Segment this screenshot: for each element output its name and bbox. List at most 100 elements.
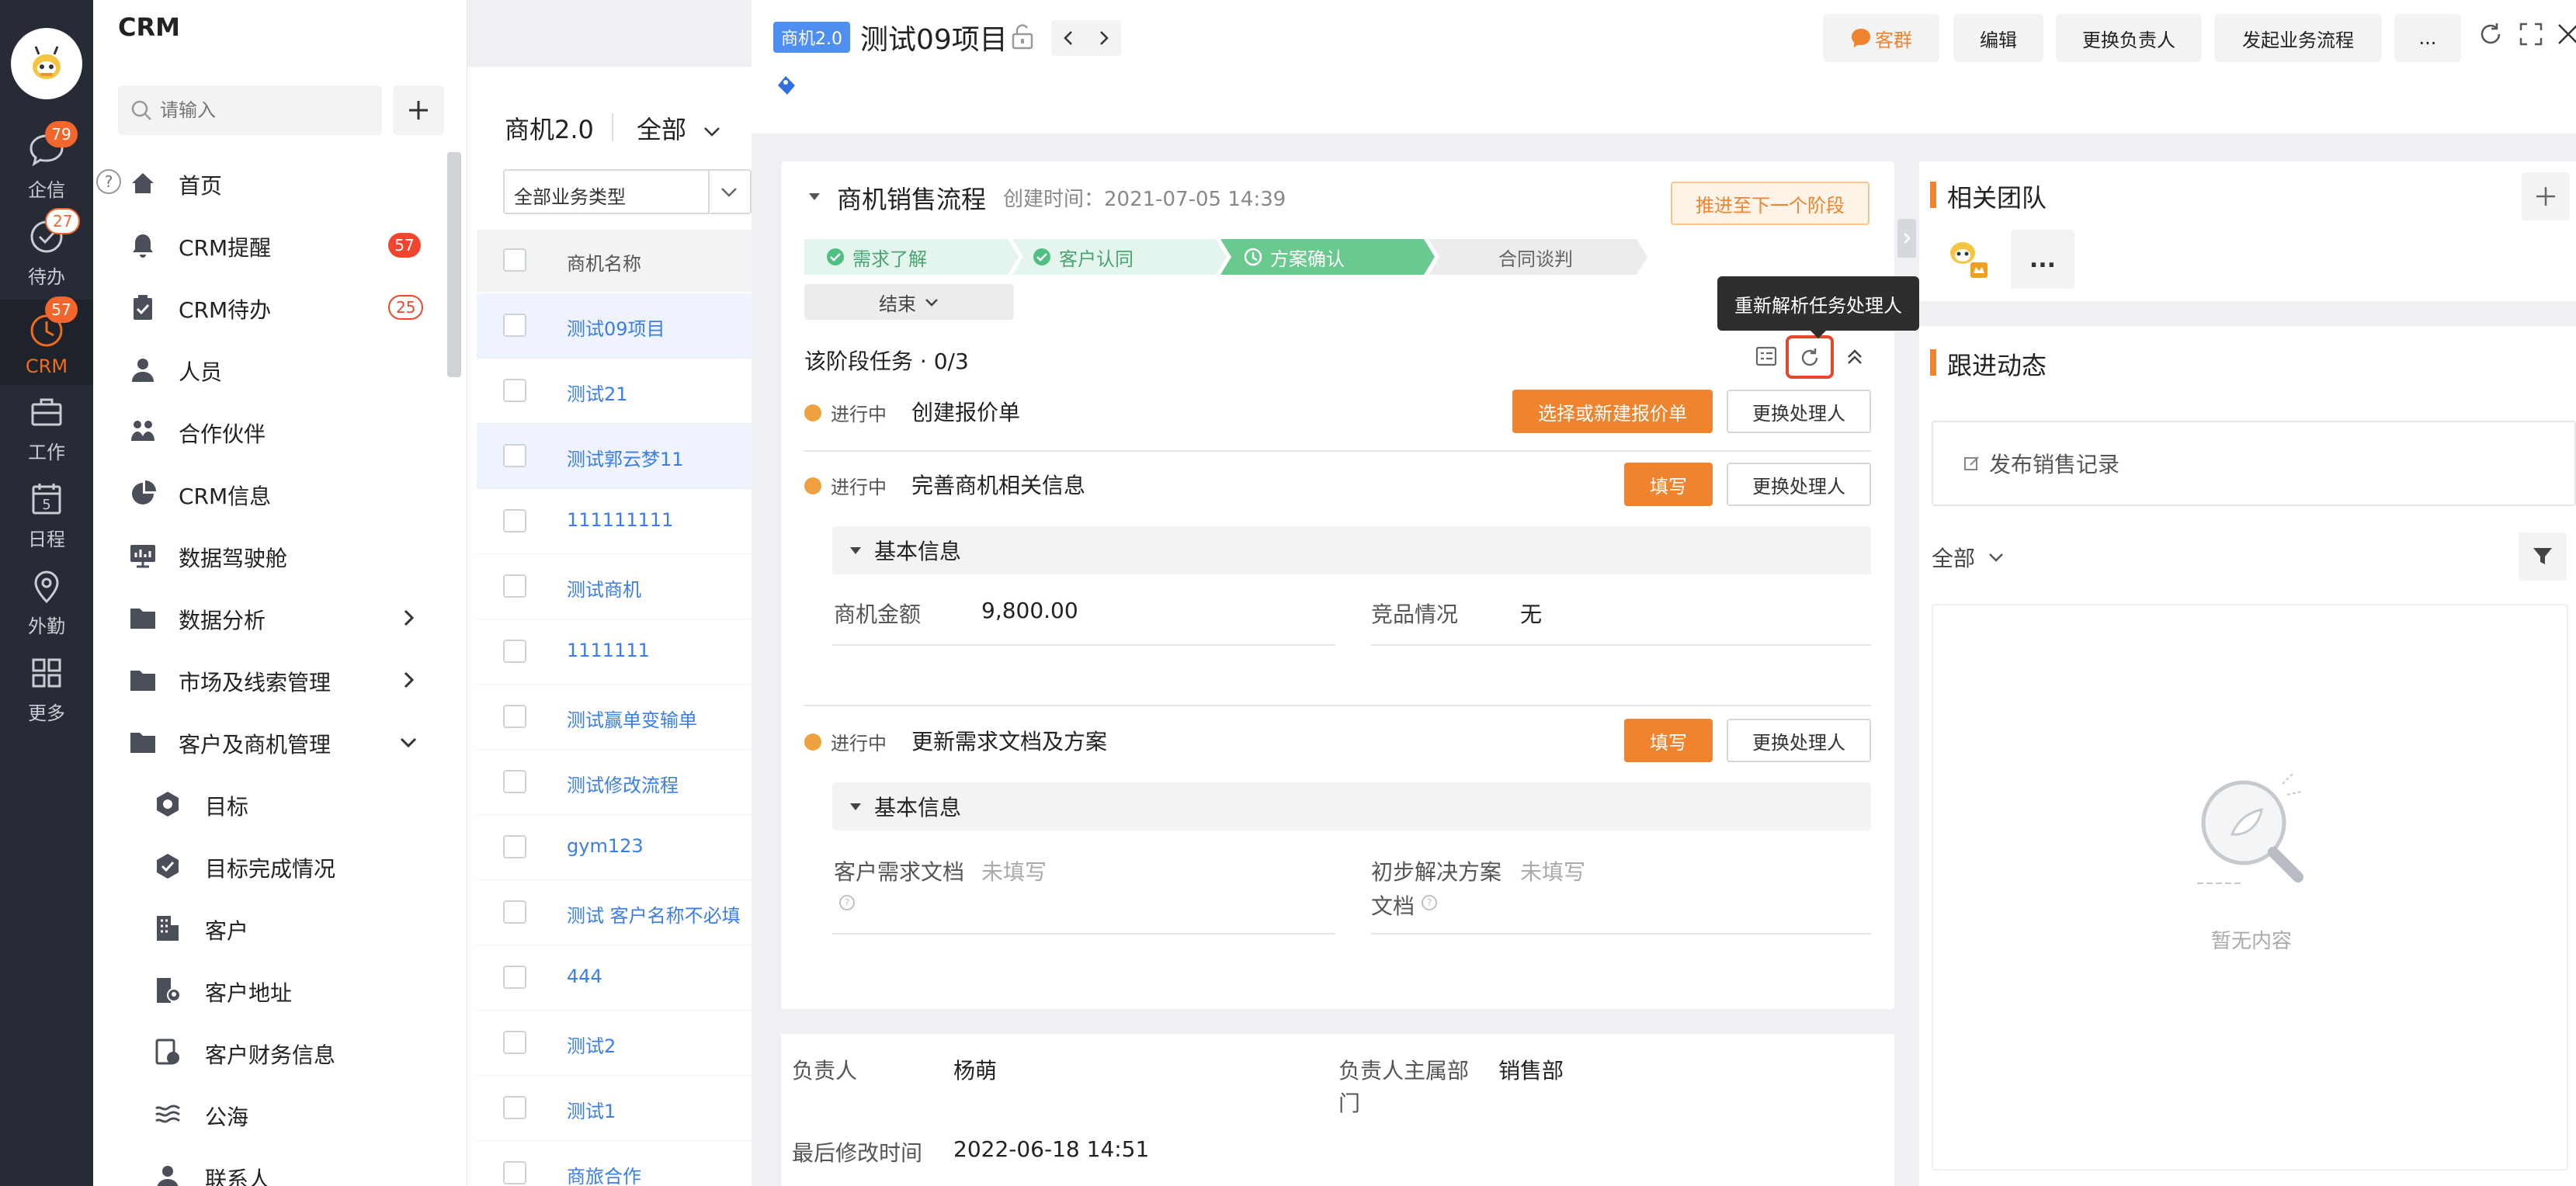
nav-item-customer-finance[interactable]: 客户财务信息 bbox=[93, 1021, 435, 1084]
nav-search[interactable] bbox=[118, 85, 382, 135]
row-checkbox[interactable] bbox=[503, 900, 526, 924]
row-checkbox[interactable] bbox=[503, 640, 526, 663]
search-input[interactable] bbox=[160, 99, 362, 121]
help-icon[interactable]: ? bbox=[1421, 894, 1438, 911]
advance-stage-button[interactable]: 推进至下一个阶段 bbox=[1671, 182, 1870, 225]
basic-info-section[interactable]: 基本信息 bbox=[832, 526, 1871, 574]
row-checkbox[interactable] bbox=[503, 1161, 526, 1184]
collapse-up-icon[interactable] bbox=[1845, 346, 1865, 368]
opportunity-name-link[interactable]: 测试赢单变输单 bbox=[567, 705, 697, 732]
opportunity-name-link[interactable]: 111111111 bbox=[567, 509, 673, 531]
business-type-select[interactable]: 全部业务类型 bbox=[503, 169, 752, 214]
nav-item-partner[interactable]: 合作伙伴 bbox=[93, 401, 435, 463]
list-item[interactable]: 测试修改流程 bbox=[477, 750, 752, 815]
select-quote-button[interactable]: 选择或新建报价单 bbox=[1512, 390, 1713, 433]
row-checkbox[interactable] bbox=[503, 574, 526, 598]
opportunity-name-link[interactable]: 测试修改流程 bbox=[567, 770, 679, 797]
panel-collapse-handle[interactable] bbox=[1897, 219, 1916, 258]
start-flow-button[interactable]: 发起业务流程 bbox=[2214, 14, 2382, 62]
nav-item-target[interactable]: 目标 bbox=[93, 773, 435, 835]
opportunity-name-link[interactable]: 测试 客户名称不必填 bbox=[567, 900, 741, 928]
close-icon[interactable] bbox=[2554, 20, 2576, 48]
list-item[interactable]: 1111111 bbox=[477, 619, 752, 685]
stage-end-dropdown[interactable]: 结束 bbox=[804, 284, 1014, 320]
team-member-avatar[interactable] bbox=[1942, 233, 1992, 283]
list-item[interactable]: 测试商机 bbox=[477, 554, 752, 619]
opportunity-name-link[interactable]: gym123 bbox=[567, 835, 644, 857]
list-item[interactable]: 444 bbox=[477, 945, 752, 1011]
customer-group-button[interactable]: 客群 bbox=[1823, 14, 1939, 62]
opportunity-name-link[interactable]: 444 bbox=[567, 966, 602, 987]
nav-item-customer-address[interactable]: 客户地址 bbox=[93, 959, 435, 1021]
fill-button[interactable]: 填写 bbox=[1624, 463, 1713, 506]
opportunity-name-link[interactable]: 商旅合作 bbox=[567, 1161, 641, 1186]
rail-calendar[interactable]: 5 日程 bbox=[0, 473, 93, 559]
change-handler-button[interactable]: 更换处理人 bbox=[1727, 463, 1871, 506]
list-item[interactable]: 测试1 bbox=[477, 1076, 752, 1141]
opportunity-name-link[interactable]: 1111111 bbox=[567, 640, 650, 661]
opportunity-name-link[interactable]: 测试2 bbox=[567, 1031, 616, 1058]
rail-more[interactable]: 更多 bbox=[0, 647, 93, 733]
nav-item-contacts[interactable]: 联系人 bbox=[93, 1146, 435, 1186]
edit-button[interactable]: 编辑 bbox=[1953, 14, 2043, 62]
list-view-icon[interactable] bbox=[1755, 345, 1778, 368]
nav-item-data-analysis[interactable]: 数据分析 bbox=[93, 587, 435, 649]
fullscreen-icon[interactable] bbox=[2517, 20, 2545, 48]
change-handler-button[interactable]: 更换处理人 bbox=[1727, 719, 1871, 762]
team-more-button[interactable]: ... bbox=[2011, 230, 2074, 289]
nav-item-market[interactable]: 市场及线索管理 bbox=[93, 649, 435, 711]
rail-crm[interactable]: CRM 57 bbox=[0, 296, 93, 385]
unlock-icon[interactable] bbox=[1011, 23, 1034, 50]
basic-info-section[interactable]: 基本信息 bbox=[832, 782, 1871, 831]
next-record-icon[interactable] bbox=[1095, 29, 1112, 47]
filter-button[interactable] bbox=[2519, 532, 2567, 581]
opportunity-name-link[interactable]: 测试郭云梦11 bbox=[567, 444, 684, 471]
more-button[interactable]: ... bbox=[2394, 14, 2461, 62]
nav-item-customer-opportunity[interactable]: 客户及商机管理 bbox=[93, 711, 435, 773]
list-item[interactable]: 测试2 bbox=[477, 1011, 752, 1076]
nav-item-dashboard[interactable]: 数据驾驶舱 bbox=[93, 525, 435, 587]
nav-item-people[interactable]: 人员 bbox=[93, 338, 435, 401]
nav-item-crm-todo[interactable]: CRM待办 25 bbox=[93, 276, 435, 338]
list-item[interactable]: gym123 bbox=[477, 815, 752, 880]
help-icon[interactable]: ? bbox=[838, 894, 856, 911]
app-logo[interactable] bbox=[11, 28, 82, 99]
row-checkbox[interactable] bbox=[503, 835, 526, 858]
row-checkbox[interactable] bbox=[503, 705, 526, 728]
row-checkbox[interactable] bbox=[503, 1096, 526, 1119]
nav-add-button[interactable] bbox=[393, 85, 444, 135]
row-checkbox[interactable] bbox=[503, 444, 526, 467]
opportunity-name-link[interactable]: 测试21 bbox=[567, 379, 628, 406]
publish-sales-record[interactable]: 发布销售记录 bbox=[1932, 421, 2576, 506]
nav-item-target-progress[interactable]: 目标完成情况 bbox=[93, 835, 435, 897]
list-item[interactable]: 商旅合作 bbox=[477, 1141, 752, 1186]
fill-button[interactable]: 填写 bbox=[1624, 719, 1713, 762]
nav-item-crm-remind[interactable]: CRM提醒 57 bbox=[93, 214, 435, 276]
nav-item-customer[interactable]: 客户 bbox=[93, 897, 435, 959]
nav-scrollbar[interactable] bbox=[447, 152, 461, 377]
row-checkbox[interactable] bbox=[503, 379, 526, 402]
rail-qixin[interactable]: 企信 79 bbox=[0, 121, 93, 210]
list-item[interactable]: 111111111 bbox=[477, 489, 752, 554]
row-checkbox[interactable] bbox=[503, 770, 526, 793]
row-checkbox[interactable] bbox=[503, 314, 526, 337]
refresh-assignee-highlight[interactable] bbox=[1786, 335, 1834, 379]
change-owner-button[interactable]: 更换负责人 bbox=[2056, 14, 2202, 62]
rail-field[interactable]: 外勤 bbox=[0, 560, 93, 646]
opportunity-name-link[interactable]: 测试1 bbox=[567, 1096, 616, 1123]
rail-todo[interactable]: 待办 27 bbox=[0, 208, 93, 296]
select-all-checkbox[interactable] bbox=[503, 248, 526, 272]
list-filter-dropdown[interactable]: 全部 bbox=[637, 110, 722, 146]
row-checkbox[interactable] bbox=[503, 1031, 526, 1054]
nav-item-public-pool[interactable]: 公海 bbox=[93, 1084, 435, 1146]
list-item[interactable]: 测试 客户名称不必填 bbox=[477, 880, 752, 945]
row-checkbox[interactable] bbox=[503, 509, 526, 532]
caret-down-icon[interactable] bbox=[806, 188, 823, 205]
add-member-button[interactable] bbox=[2522, 172, 2570, 220]
previous-record-icon[interactable] bbox=[1061, 29, 1078, 47]
change-handler-button[interactable]: 更换处理人 bbox=[1727, 390, 1871, 433]
opportunity-name-link[interactable]: 测试09项目 bbox=[567, 314, 665, 341]
rail-work[interactable]: 工作 bbox=[0, 387, 93, 472]
nav-item-home[interactable]: 首页 bbox=[93, 152, 435, 214]
row-checkbox[interactable] bbox=[503, 966, 526, 989]
